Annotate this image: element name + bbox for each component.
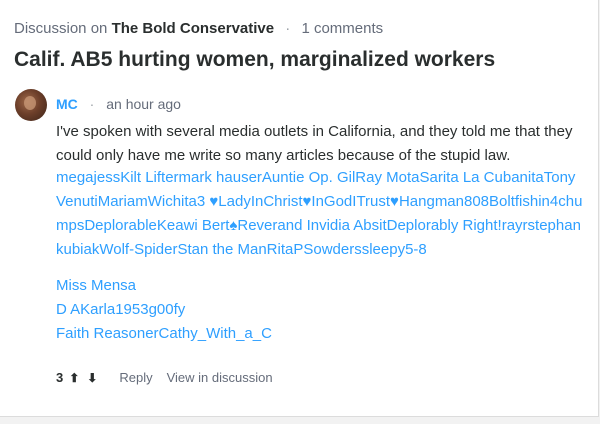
reply-button[interactable]: Reply <box>119 370 152 385</box>
arrow-up-icon[interactable]: ⬆ <box>69 371 79 385</box>
site-link[interactable]: The Bold Conservative <box>112 20 275 37</box>
comment-card: Discussion on The Bold Conservative · 1 … <box>0 0 599 417</box>
comment-text: I've spoken with several media outlets i… <box>56 123 573 164</box>
discussion-header: Discussion on The Bold Conservative · 1 … <box>14 20 383 37</box>
comment-count[interactable]: 1 comments <box>301 20 383 37</box>
view-in-discussion-link[interactable]: View in discussion <box>167 370 273 385</box>
mention-link[interactable]: Faith ReasonerCathy_With_a_C <box>56 322 586 346</box>
mention-links: megajessKilt Liftermark hauserAuntie Op.… <box>56 166 586 346</box>
author-name[interactable]: MC <box>56 96 78 112</box>
arrow-down-icon[interactable]: ⬇ <box>87 371 97 385</box>
comment-meta: MC · an hour ago <box>56 96 181 112</box>
comment-time[interactable]: an hour ago <box>106 96 181 112</box>
separator-dot: · <box>89 96 95 112</box>
vote-count: 3 <box>56 370 64 385</box>
mention-link[interactable]: D AKarla1953g00fy <box>56 298 586 322</box>
separator-dot: · <box>285 20 291 37</box>
comment-actions: 3 ⬆ ⬇ Reply View in discussion <box>56 370 273 385</box>
header-prefix: Discussion on <box>14 20 108 37</box>
mention-link[interactable]: Miss Mensa <box>56 274 586 298</box>
article-title[interactable]: Calif. AB5 hurting women, marginalized w… <box>14 48 495 72</box>
mention-link-block[interactable]: megajessKilt Liftermark hauserAuntie Op.… <box>56 166 586 262</box>
avatar[interactable] <box>15 89 47 121</box>
